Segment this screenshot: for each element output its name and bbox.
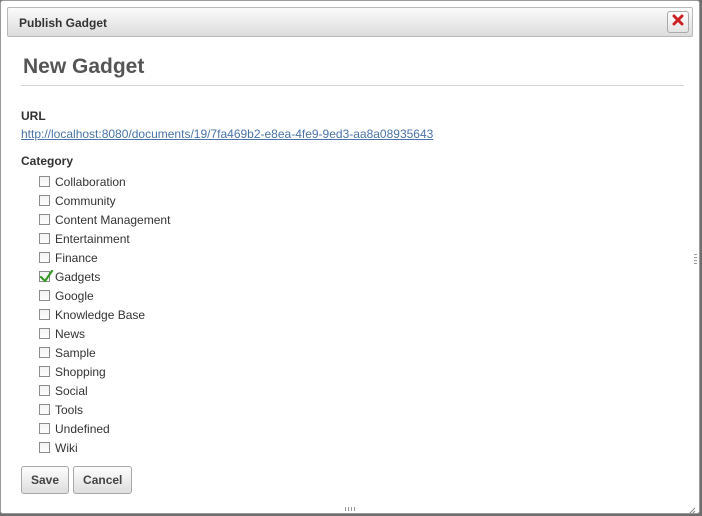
- category-item[interactable]: Community: [39, 191, 170, 210]
- category-item-label: Community: [55, 193, 116, 208]
- category-item-label: Tools: [55, 402, 84, 417]
- category-item[interactable]: Gadgets: [39, 267, 170, 286]
- category-checkbox[interactable]: [39, 195, 50, 206]
- cancel-button[interactable]: Cancel: [73, 466, 133, 494]
- category-item[interactable]: Collaboration: [39, 172, 170, 191]
- category-item[interactable]: Social: [39, 381, 170, 400]
- category-item[interactable]: Content Management: [39, 210, 170, 229]
- category-item[interactable]: Knowledge Base: [39, 305, 170, 324]
- category-item-label: Knowledge Base: [55, 307, 146, 322]
- category-item[interactable]: News: [39, 324, 170, 343]
- resize-handle-corner[interactable]: [688, 502, 696, 513]
- category-item-label: Social: [55, 383, 88, 398]
- category-checkbox[interactable]: [39, 404, 50, 415]
- category-checkbox[interactable]: [39, 423, 50, 434]
- category-list: Collaboration Community Content Management…: [39, 172, 170, 457]
- category-item[interactable]: Entertainment: [39, 229, 170, 248]
- category-item[interactable]: Wiki: [39, 438, 170, 457]
- category-item-label: Gadgets: [55, 269, 101, 284]
- category-item-label: Content Management: [55, 212, 171, 227]
- dialog-content: New Gadget URL http://localhost:8080/doc…: [21, 51, 684, 513]
- category-checkbox[interactable]: [39, 233, 50, 244]
- form-buttons: Save Cancel: [21, 466, 133, 494]
- category-item[interactable]: Google: [39, 286, 170, 305]
- dialog-titlebar[interactable]: Publish Gadget: [7, 7, 693, 37]
- category-item-label: Finance: [55, 250, 98, 265]
- category-checkbox[interactable]: [39, 214, 50, 225]
- category-item-label: Google: [55, 288, 94, 303]
- category-item-label: Entertainment: [55, 231, 130, 246]
- resize-handle-right[interactable]: [694, 254, 697, 264]
- category-checkbox[interactable]: [39, 328, 50, 339]
- category-checkbox[interactable]: [39, 290, 50, 301]
- category-checkbox[interactable]: [39, 366, 50, 377]
- category-checkbox[interactable]: [39, 442, 50, 453]
- category-checkbox[interactable]: [39, 347, 50, 358]
- category-item-label: Collaboration: [55, 174, 126, 189]
- category-item-label: Wiki: [55, 440, 78, 455]
- url-link[interactable]: http://localhost:8080/documents/19/7fa46…: [21, 127, 433, 141]
- checkmark-icon: [39, 269, 53, 283]
- category-item-label: Sample: [55, 345, 96, 360]
- page-title: New Gadget: [21, 51, 684, 86]
- category-checkbox[interactable]: [39, 385, 50, 396]
- save-button[interactable]: Save: [21, 466, 70, 494]
- publish-gadget-dialog: Publish Gadget New Gadget URL http://loc…: [0, 0, 700, 514]
- url-label: URL: [21, 109, 46, 123]
- category-item[interactable]: Finance: [39, 248, 170, 267]
- category-checkbox[interactable]: [39, 269, 53, 283]
- category-item[interactable]: Tools: [39, 400, 170, 419]
- category-item[interactable]: Undefined: [39, 419, 170, 438]
- close-x-icon: [672, 13, 684, 31]
- category-label: Category: [21, 154, 74, 168]
- category-item-label: Shopping: [55, 364, 106, 379]
- category-checkbox[interactable]: [39, 176, 50, 187]
- category-checkbox[interactable]: [39, 309, 50, 320]
- resize-grip-icon: [689, 507, 696, 513]
- category-item-label: News: [55, 326, 86, 341]
- category-checkbox[interactable]: [39, 252, 50, 263]
- category-item[interactable]: Shopping: [39, 362, 170, 381]
- close-button[interactable]: [667, 11, 689, 33]
- category-item[interactable]: Sample: [39, 343, 170, 362]
- category-item-label: Undefined: [55, 421, 110, 436]
- resize-handle-bottom[interactable]: [345, 507, 357, 511]
- dialog-title: Publish Gadget: [19, 16, 108, 30]
